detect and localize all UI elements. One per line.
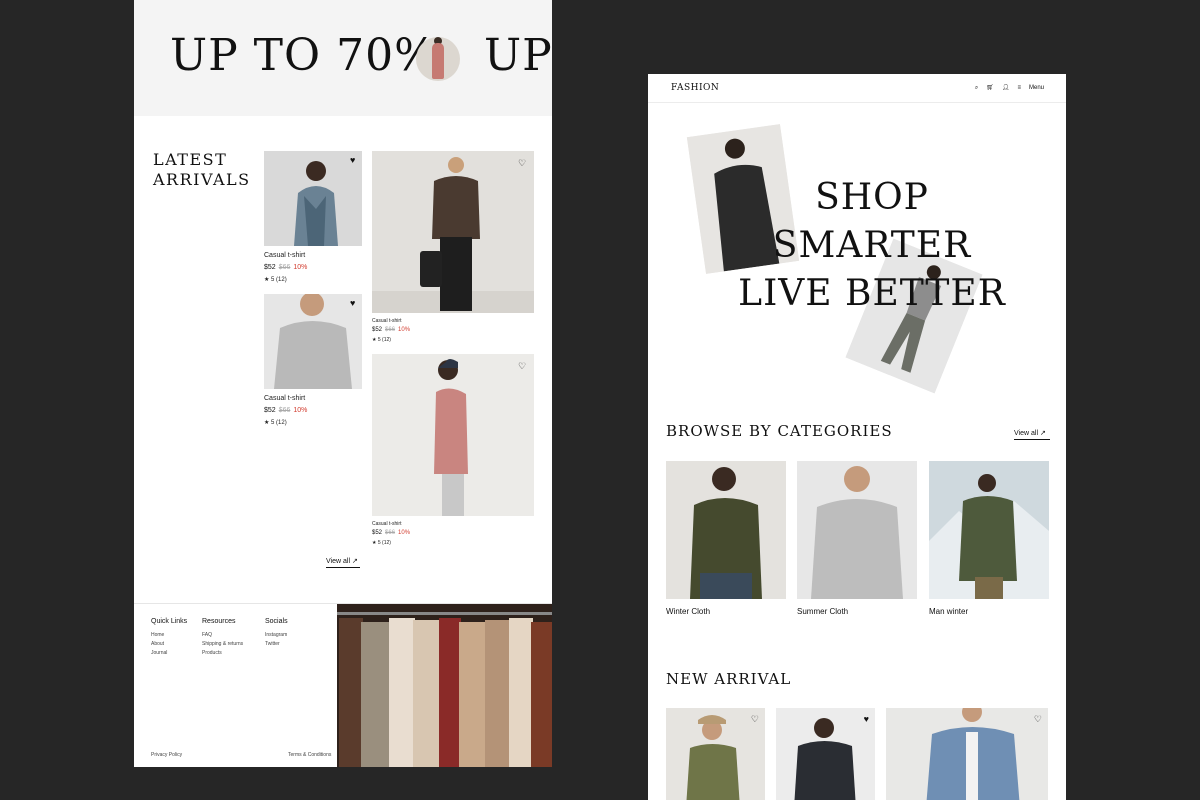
category-label[interactable]: Summer Cloth xyxy=(797,607,917,616)
product-rating: ★ 5 (12) xyxy=(264,277,287,283)
product-image[interactable] xyxy=(372,151,534,313)
product-card[interactable]: ♡ Casual t-shirt $52 $66 10% ★ 5 (12) xyxy=(372,354,534,554)
product-rating: ★ 5 (12) xyxy=(372,540,391,546)
product-image[interactable] xyxy=(264,151,362,246)
footer-link-about[interactable]: About xyxy=(151,640,187,649)
product-price: $52 $66 10% xyxy=(264,407,308,414)
marquee-text-2: UP xyxy=(484,30,552,81)
hero-headline: SHOP SMARTER LIVE BETTER xyxy=(738,177,1006,314)
product-name[interactable]: Casual t-shirt xyxy=(372,318,401,324)
product-image[interactable] xyxy=(264,294,362,389)
menu-icon[interactable]: ≡ xyxy=(1017,85,1021,91)
hero-section: SHOP SMARTER LIVE BETTER xyxy=(648,104,1066,424)
category-label[interactable]: Winter Cloth xyxy=(666,607,786,616)
product-price: $52 $66 10% xyxy=(372,327,411,333)
category-image[interactable] xyxy=(797,461,917,599)
footer-quick-links: Quick Links Home About Journal xyxy=(151,618,188,658)
product-price: $52 $66 10% xyxy=(264,264,308,271)
marquee-text-1: UP TO 70% xyxy=(170,30,437,81)
footer-link-shipping[interactable]: Shipping & returns xyxy=(202,640,243,649)
product-card[interactable]: ♡ Casual t-shirt $52 $66 10% ★ 5 (12) xyxy=(372,151,534,351)
product-card[interactable]: ♥ Casual t-shirt $52 $66 10% ★ 5 (12) xyxy=(264,294,362,434)
category-image[interactable] xyxy=(666,461,786,599)
latest-arrivals-title: LATEST ARRIVALS xyxy=(153,150,251,189)
wishlist-heart-icon[interactable]: ♡ xyxy=(1034,714,1042,725)
wishlist-heart-icon[interactable]: ♡ xyxy=(518,159,526,168)
promo-marquee: UP TO 70% UP xyxy=(134,0,552,116)
privacy-policy-link[interactable]: Privacy Policy xyxy=(151,752,182,758)
category-card-summer[interactable]: Summer Cloth xyxy=(797,461,917,616)
brand-logo[interactable]: FASHION xyxy=(671,83,719,93)
product-card[interactable]: ♥ Casual t-shirt $52 $66 10% ★ 5 (12) xyxy=(264,151,362,291)
product-rating: ★ 5 (12) xyxy=(372,337,391,343)
cart-icon[interactable]: 🛒︎ xyxy=(986,85,994,91)
view-all-link[interactable]: View all ↗ xyxy=(326,557,360,568)
new-arrival-card[interactable]: ♥ xyxy=(776,708,875,800)
product-image[interactable] xyxy=(372,354,534,516)
product-name[interactable]: Casual t-shirt xyxy=(264,395,305,402)
product-rating: ★ 5 (12) xyxy=(264,420,287,426)
product-price: $52 $66 10% xyxy=(372,530,411,536)
browse-categories-title: BROWSE BY CATEGORIES xyxy=(666,422,893,440)
wishlist-heart-icon[interactable]: ♡ xyxy=(751,714,759,725)
wishlist-heart-icon[interactable]: ♥ xyxy=(864,714,869,724)
clothing-rack-image xyxy=(337,604,552,767)
wishlist-heart-icon[interactable]: ♥ xyxy=(350,156,355,165)
categories-view-all-link[interactable]: View all ↗ xyxy=(1014,429,1050,440)
wishlist-heart-icon[interactable]: ♥ xyxy=(350,299,355,308)
product-name[interactable]: Casual t-shirt xyxy=(372,521,401,527)
terms-link[interactable]: Terms & Conditions xyxy=(288,752,331,758)
category-card-man-winter[interactable]: Man winter xyxy=(929,461,1049,616)
footer-link-instagram[interactable]: Instagram xyxy=(265,631,288,640)
new-arrival-card[interactable]: ♡ xyxy=(886,708,1048,800)
marquee-model-thumbnail xyxy=(416,37,460,81)
footer-link-faq[interactable]: FAQ xyxy=(202,631,243,640)
new-arrival-title: NEW ARRIVAL xyxy=(666,670,792,688)
category-card-winter[interactable]: Winter Cloth xyxy=(666,461,786,616)
right-page-panel: FASHION ⌕ 🛒︎ 👤︎ ≡ Menu SHOP SMARTER LIVE… xyxy=(648,74,1066,800)
category-label[interactable]: Man winter xyxy=(929,607,1049,616)
new-arrival-card[interactable]: ♡ xyxy=(666,708,765,800)
footer-resources: Resources FAQ Shipping & returns Product… xyxy=(202,618,244,658)
footer-link-products[interactable]: Products xyxy=(202,649,243,658)
footer-socials: Socials Instagram Twitter xyxy=(265,618,288,649)
footer-link-home[interactable]: Home xyxy=(151,631,187,640)
site-footer: Quick Links Home About Journal Resources… xyxy=(134,603,552,767)
wishlist-heart-icon[interactable]: ♡ xyxy=(518,362,526,371)
product-name[interactable]: Casual t-shirt xyxy=(264,252,305,259)
user-icon[interactable]: 👤︎ xyxy=(1002,85,1010,91)
left-page-panel: UP TO 70% UP LATEST ARRIVALS ♥ Casual t-… xyxy=(134,0,552,767)
menu-label[interactable]: Menu xyxy=(1029,85,1044,91)
footer-link-twitter[interactable]: Twitter xyxy=(265,640,288,649)
search-icon[interactable]: ⌕ xyxy=(975,85,978,91)
footer-link-journal[interactable]: Journal xyxy=(151,649,187,658)
top-navigation: FASHION ⌕ 🛒︎ 👤︎ ≡ Menu xyxy=(648,74,1066,103)
category-image[interactable] xyxy=(929,461,1049,599)
